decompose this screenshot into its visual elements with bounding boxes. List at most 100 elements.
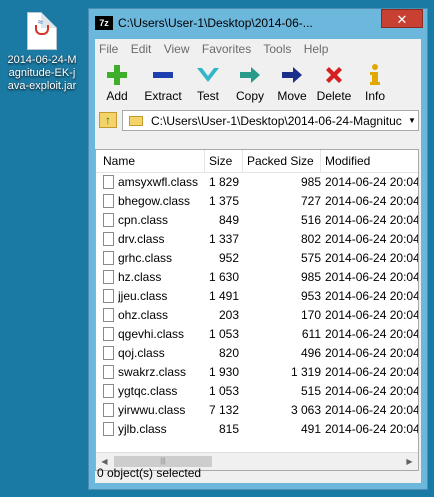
table-row[interactable]: qgevhi.class 1 053 611 2014-06-24 20:04 — [96, 325, 418, 344]
status-text: 0 object(s) selected — [97, 466, 202, 480]
table-row[interactable]: grhc.class 952 575 2014-06-24 20:04 — [96, 249, 418, 268]
table-row[interactable]: ohz.class 203 170 2014-06-24 20:04 — [96, 306, 418, 325]
file-packed-size: 985 — [300, 175, 321, 189]
window-title: C:\Users\User-1\Desktop\2014-06-... — [118, 16, 313, 30]
file-packed-size: 170 — [300, 308, 321, 322]
file-packed-size: 985 — [300, 270, 321, 284]
7zip-window: 7z C:\Users\User-1\Desktop\2014-06-... ✕… — [88, 8, 428, 490]
menu-tools[interactable]: Tools — [263, 42, 291, 56]
file-packed-size: 516 — [300, 213, 321, 227]
minus-icon — [153, 72, 173, 78]
file-size: 849 — [218, 213, 239, 227]
file-modified: 2014-06-24 20:04 — [325, 232, 418, 246]
file-size: 952 — [218, 251, 239, 265]
file-modified: 2014-06-24 20:04 — [325, 308, 418, 322]
java-jar-icon: ≈ — [27, 12, 57, 50]
file-size: 1 930 — [208, 365, 239, 379]
path-text: C:\Users\User-1\Desktop\2014-06-24-Magni… — [151, 113, 402, 128]
title-bar[interactable]: 7z C:\Users\User-1\Desktop\2014-06-... ✕ — [89, 9, 427, 38]
file-modified: 2014-06-24 20:04 — [325, 175, 418, 189]
file-modified: 2014-06-24 20:04 — [325, 194, 418, 208]
table-row[interactable]: drv.class 1 337 802 2014-06-24 20:04 — [96, 230, 418, 249]
move-button[interactable]: Move — [271, 61, 313, 103]
table-row[interactable]: cpn.class 849 516 2014-06-24 20:04 — [96, 211, 418, 230]
menu-file[interactable]: File — [99, 42, 118, 56]
window-client: File Edit View Favorites Tools Help Add … — [95, 39, 421, 483]
copy-label: Copy — [235, 89, 264, 103]
copy-arrow-icon — [240, 67, 260, 83]
toolbar: Add Extract Test Copy Move Delete Info — [95, 59, 421, 107]
table-row[interactable]: yjlb.class 815 491 2014-06-24 20:04 — [96, 420, 418, 439]
chevron-down-icon[interactable]: ▼ — [406, 116, 418, 125]
class-file-icon — [103, 194, 114, 208]
delete-x-icon — [326, 67, 342, 83]
file-modified: 2014-06-24 20:04 — [325, 403, 418, 417]
test-button[interactable]: Test — [187, 61, 229, 103]
file-modified: 2014-06-24 20:04 — [325, 327, 418, 341]
file-size: 1 375 — [208, 194, 239, 208]
column-name[interactable]: Name — [96, 150, 205, 172]
file-list[interactable]: Name Size Packed Size Modified amsyxwfl.… — [95, 149, 419, 471]
file-size: 1 491 — [208, 289, 239, 303]
status-bar: 0 object(s) selected — [95, 463, 421, 483]
class-file-icon — [103, 365, 114, 379]
file-modified: 2014-06-24 20:04 — [325, 213, 418, 227]
file-packed-size: 491 — [300, 422, 321, 436]
table-row[interactable]: jjeu.class 1 491 953 2014-06-24 20:04 — [96, 287, 418, 306]
file-packed-size: 1 319 — [290, 365, 321, 379]
file-modified: 2014-06-24 20:04 — [325, 270, 418, 284]
table-row[interactable]: ygtqc.class 1 053 515 2014-06-24 20:04 — [96, 382, 418, 401]
add-button[interactable]: Add — [95, 61, 139, 103]
table-row[interactable]: qoj.class 820 496 2014-06-24 20:04 — [96, 344, 418, 363]
file-packed-size: 3 063 — [290, 403, 321, 417]
column-packed-size[interactable]: Packed Size — [243, 150, 321, 172]
class-file-icon — [103, 213, 114, 227]
desktop-icon-label: 2014-06-24-Magnitude-EK-java-exploit.jar — [7, 54, 77, 92]
delete-button[interactable]: Delete — [313, 61, 355, 103]
table-row[interactable]: swakrz.class 1 930 1 319 2014-06-24 20:04 — [96, 363, 418, 382]
class-file-icon — [103, 270, 114, 284]
file-modified: 2014-06-24 20:04 — [325, 346, 418, 360]
up-folder-icon[interactable]: ↑ — [99, 112, 117, 128]
move-arrow-icon — [282, 67, 302, 83]
table-row[interactable]: hz.class 1 630 985 2014-06-24 20:04 — [96, 268, 418, 287]
column-size[interactable]: Size — [205, 150, 243, 172]
file-size: 1 053 — [208, 327, 239, 341]
file-size: 1 337 — [208, 232, 239, 246]
path-combobox[interactable]: C:\Users\User-1\Desktop\2014-06-24-Magni… — [122, 110, 419, 131]
class-file-icon — [103, 251, 114, 265]
table-row[interactable]: bhegow.class 1 375 727 2014-06-24 20:04 — [96, 192, 418, 211]
menu-favorites[interactable]: Favorites — [202, 42, 251, 56]
move-label: Move — [277, 89, 307, 103]
file-size: 820 — [218, 346, 239, 360]
close-button[interactable]: ✕ — [381, 9, 423, 28]
column-modified[interactable]: Modified — [321, 150, 418, 172]
class-file-icon — [103, 175, 114, 189]
file-packed-size: 496 — [300, 346, 321, 360]
file-size: 1 053 — [208, 384, 239, 398]
check-icon — [197, 68, 219, 82]
file-modified: 2014-06-24 20:04 — [325, 422, 418, 436]
address-bar: ↑ C:\Users\User-1\Desktop\2014-06-24-Mag… — [95, 109, 421, 133]
desktop-jar-file[interactable]: ≈ 2014-06-24-Magnitude-EK-java-exploit.j… — [0, 12, 84, 93]
info-button[interactable]: Info — [355, 61, 395, 103]
class-file-icon — [103, 422, 114, 436]
menu-bar: File Edit View Favorites Tools Help — [95, 39, 421, 59]
copy-button[interactable]: Copy — [229, 61, 271, 103]
class-file-icon — [103, 308, 114, 322]
extract-button[interactable]: Extract — [139, 61, 187, 103]
file-size: 815 — [218, 422, 239, 436]
file-modified: 2014-06-24 20:04 — [325, 289, 418, 303]
menu-edit[interactable]: Edit — [131, 42, 152, 56]
menu-help[interactable]: Help — [304, 42, 329, 56]
class-file-icon — [103, 327, 114, 341]
file-packed-size: 515 — [300, 384, 321, 398]
folder-icon — [129, 115, 143, 126]
class-file-icon — [103, 289, 114, 303]
file-size: 1 829 — [208, 175, 239, 189]
file-size: 203 — [218, 308, 239, 322]
menu-view[interactable]: View — [164, 42, 190, 56]
test-label: Test — [196, 89, 219, 103]
table-row[interactable]: amsyxwfl.class 1 829 985 2014-06-24 20:04 — [96, 173, 418, 192]
table-row[interactable]: yirwwu.class 7 132 3 063 2014-06-24 20:04 — [96, 401, 418, 420]
